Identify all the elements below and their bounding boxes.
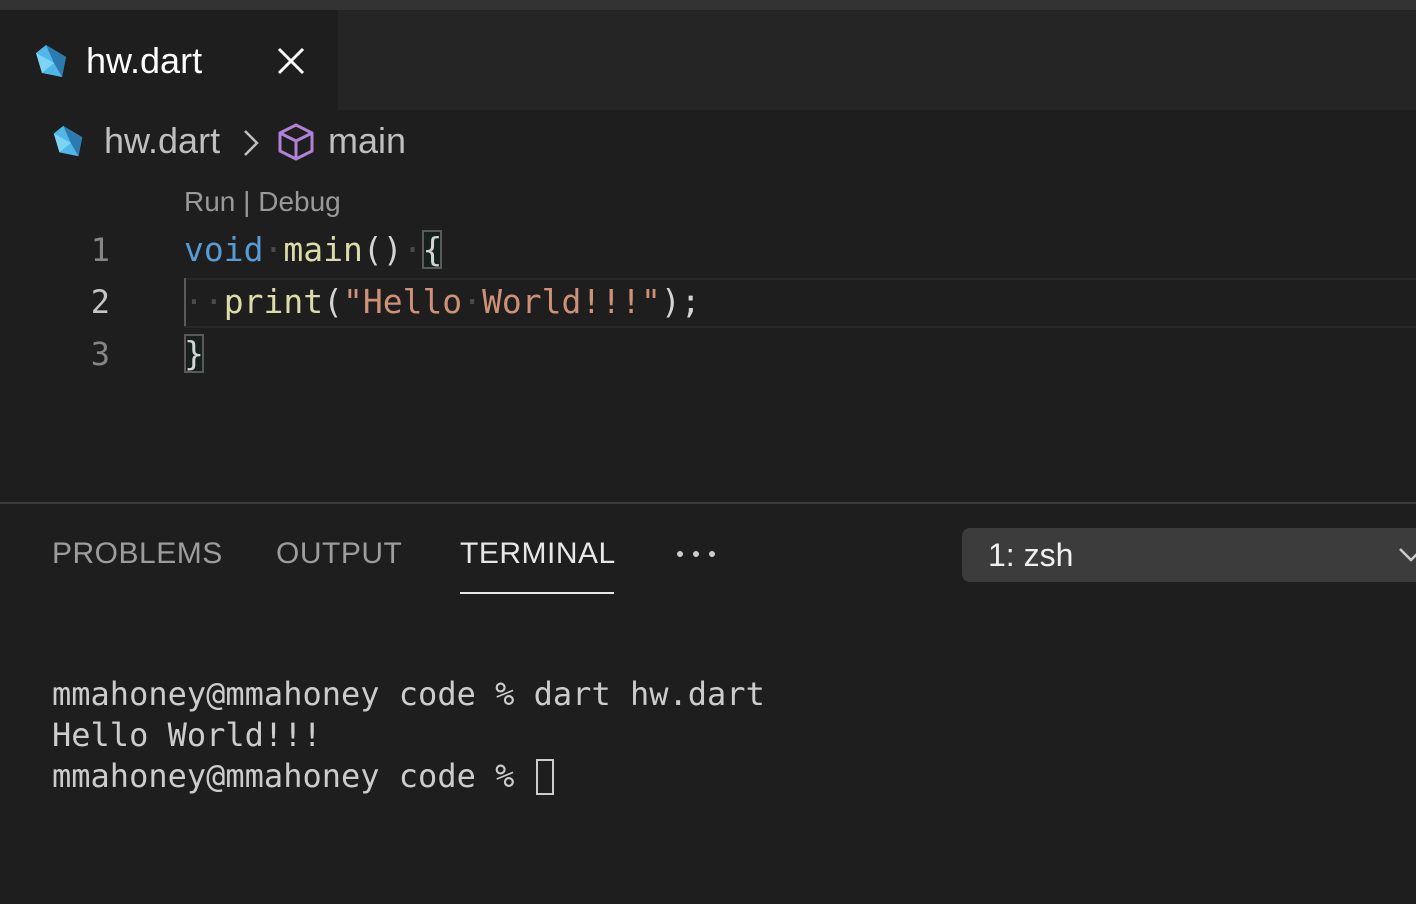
terminal-line: Hello World!!! [52,716,322,754]
codelens-run[interactable]: Run [184,186,235,217]
punct-token: ); [660,282,701,321]
codelens-debug[interactable]: Debug [258,186,341,217]
tab-label: hw.dart [86,40,203,81]
terminal-prompt: mmahoney@mmahoney code % [52,757,534,795]
code-line: ··print("Hello·World!!!"); [184,282,701,321]
terminal-select[interactable]: 1: zsh [962,528,1416,582]
line-number: 3 [90,335,110,373]
cube-icon [278,123,314,161]
code-line: void·main()·{ [184,230,443,269]
terminal-line: mmahoney@mmahoney code % dart hw.dart [52,675,765,713]
tab-terminal[interactable]: TERMINAL [460,534,616,574]
codelens-separator: | [235,186,259,217]
function-token: main [283,230,363,269]
breadcrumb-symbol[interactable]: main [328,118,406,164]
active-tab-indicator [460,592,614,594]
line-number: 1 [90,231,110,269]
punct-token: ( [323,282,343,321]
chevron-right-icon [244,130,259,156]
terminal-prompt-line: mmahoney@mmahoney code % [52,756,765,797]
open-brace: { [422,230,443,269]
chevron-down-icon [1399,548,1416,562]
keyword-token: void [184,230,264,269]
title-strip [0,0,1416,10]
breadcrumb: hw.dart main [0,110,1416,172]
tab-hw-dart[interactable]: hw.dart [0,10,338,110]
editor-tab-bar: hw.dart [0,10,1416,110]
codelens: Run | Debug [184,184,341,220]
breadcrumb-file[interactable]: hw.dart [104,118,220,164]
dart-icon [36,45,66,77]
close-icon[interactable] [276,46,306,76]
tab-problems[interactable]: PROBLEMS [52,534,223,574]
terminal-output[interactable]: mmahoney@mmahoney code % dart hw.dart Hel… [52,674,765,797]
code-editor[interactable]: Run | Debug 1 void·main()·{ 2 ··print("H… [0,172,1416,502]
string-token: "Hello·World!!!" [342,282,661,321]
code-line: } [184,328,204,380]
dart-icon [53,125,83,157]
terminal-cursor [535,759,554,795]
more-actions-icon[interactable] [674,544,718,564]
line-number: 2 [90,283,110,321]
tab-output[interactable]: OUTPUT [276,534,402,574]
close-brace: } [184,334,204,373]
function-token: print [223,282,324,321]
punct-token: () [362,230,403,269]
bottom-panel: PROBLEMS OUTPUT TERMINAL 1: zsh mmahoney… [0,504,1416,904]
terminal-select-value: 1: zsh [988,537,1074,573]
